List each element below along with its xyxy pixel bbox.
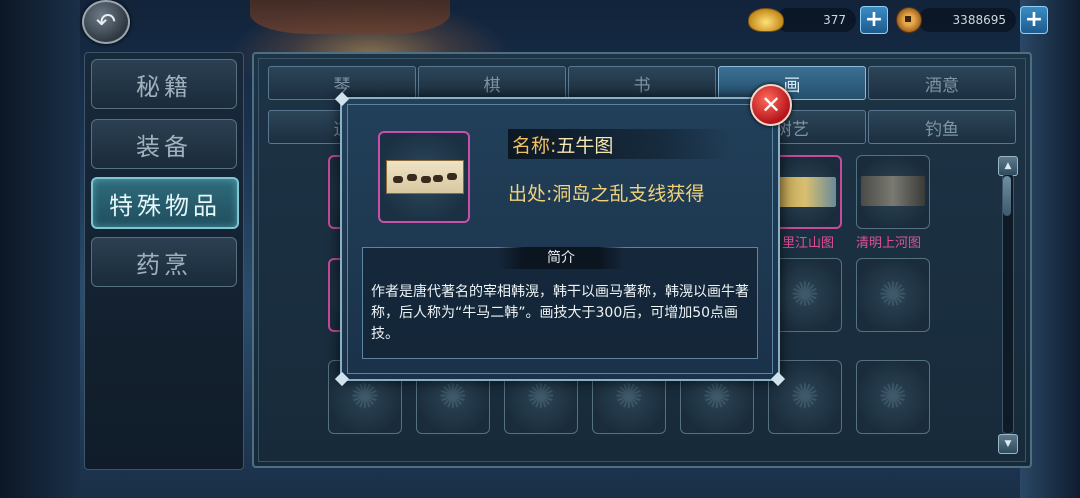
item-icon-frame: [378, 131, 470, 223]
add-copper-button[interactable]: +: [1020, 6, 1048, 34]
ox-figure: [447, 173, 457, 180]
sidebar-item-secret-manuals[interactable]: 秘籍: [91, 59, 237, 109]
tab-shu[interactable]: 书: [568, 66, 716, 100]
plus-icon: +: [1024, 7, 1044, 32]
gold-amount: 377: [776, 8, 856, 32]
painting-thumbnail: [774, 177, 836, 207]
intro-title: 简介: [497, 247, 625, 269]
item-source-label: 出处:: [508, 183, 553, 205]
empty-slot[interactable]: [856, 360, 930, 434]
five-oxen-painting-icon: [386, 160, 464, 194]
sidebar-item-special-items[interactable]: 特殊物品: [91, 177, 239, 229]
scroll-up-button[interactable]: ▲: [998, 156, 1018, 176]
item-detail-popup: 名称: 五牛图 出处: 洞岛之乱支线获得 简介 作者是唐代著名的宰相韩滉，韩干以…: [334, 91, 786, 387]
category-sidebar: 秘籍 装备 特殊物品 药烹: [84, 52, 244, 470]
grid-scrollbar[interactable]: ▲ ▼: [998, 156, 1018, 454]
gold-currency: 377 +: [748, 6, 888, 34]
ox-figure: [433, 175, 443, 182]
plus-icon: +: [864, 7, 884, 32]
ox-figure: [407, 174, 417, 181]
intro-text: 作者是唐代著名的宰相韩滉，韩干以画马著称，韩滉以画牛著称，后人称为“牛马二韩”。…: [371, 284, 749, 342]
back-button[interactable]: ↶: [82, 0, 130, 44]
tab-jiuyi[interactable]: 酒意: [868, 66, 1016, 100]
painting-thumbnail: [861, 176, 925, 206]
gold-ingot-icon: [748, 8, 784, 32]
item-source-value: 洞岛之乱支线获得: [552, 183, 705, 205]
item-name-row: 名称: 五牛图: [508, 129, 732, 159]
ox-figure: [421, 176, 431, 183]
tab-fishing[interactable]: 钓鱼: [868, 110, 1016, 144]
scroll-thumb[interactable]: [1003, 176, 1011, 216]
item-intro-box: 简介 作者是唐代著名的宰相韩滉，韩干以画马著称，韩滉以画牛著称，后人称为“牛马二…: [362, 247, 758, 359]
scroll-down-button[interactable]: ▼: [998, 434, 1018, 454]
empty-slot[interactable]: [856, 258, 930, 332]
item-name-label: 名称:: [512, 134, 557, 157]
copper-coin-icon: [896, 7, 922, 33]
close-x-icon: ✕: [760, 91, 782, 119]
tab-hua[interactable]: 画: [718, 66, 866, 100]
tab-qi[interactable]: 棋: [418, 66, 566, 100]
sidebar-item-medicine-cooking[interactable]: 药烹: [91, 237, 237, 287]
ox-figure: [393, 176, 403, 183]
copper-currency: 3388695 +: [896, 6, 1048, 34]
item-label-jiangshan: 里江山图: [782, 236, 835, 251]
item-label-qingming: 清明上河图: [856, 236, 922, 251]
back-arrow-icon: ↶: [95, 8, 117, 36]
background-roof: [250, 0, 450, 34]
item-name-value: 五牛图: [556, 134, 614, 157]
sidebar-item-equipment[interactable]: 装备: [91, 119, 237, 169]
close-popup-button[interactable]: ✕: [750, 84, 792, 126]
add-gold-button[interactable]: +: [860, 6, 888, 34]
copper-amount: 3388695: [918, 8, 1016, 32]
item-slot-qingming[interactable]: [856, 155, 930, 229]
background-left-shade: [0, 0, 80, 498]
item-source-row: 出处: 洞岛之乱支线获得: [508, 179, 704, 206]
